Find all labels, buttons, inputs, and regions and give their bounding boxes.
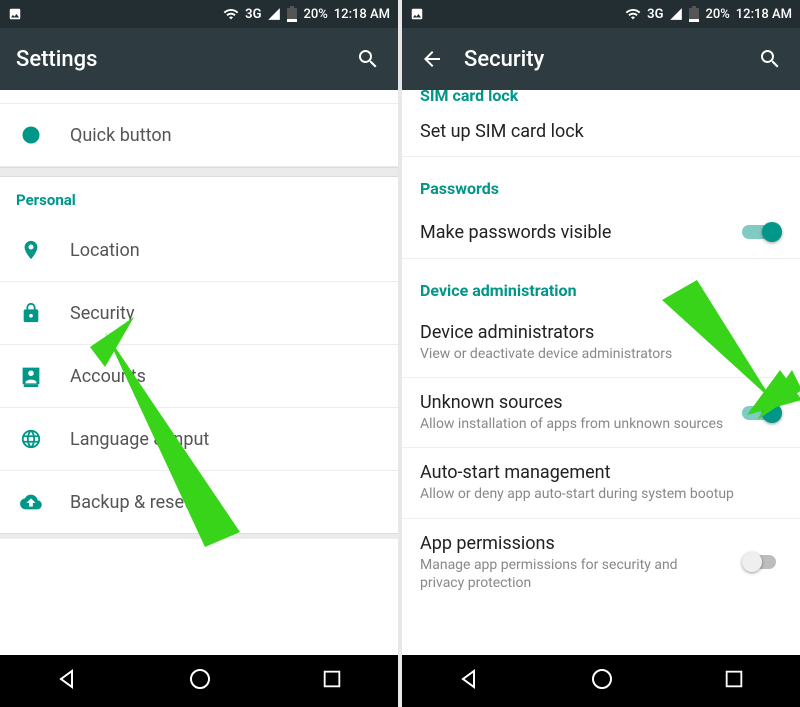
backup-icon <box>18 491 44 513</box>
nav-home-button[interactable] <box>590 667 614 695</box>
battery-icon <box>689 6 699 22</box>
item-title: Make passwords visible <box>420 222 724 243</box>
circle-home-icon <box>188 667 212 691</box>
item-label: Accounts <box>70 366 382 387</box>
app-bar: Security <box>402 28 800 90</box>
account-icon <box>18 365 44 387</box>
item-app-permissions[interactable]: App permissions Manage app permissions f… <box>402 519 800 606</box>
section-divider <box>0 167 398 177</box>
image-icon <box>8 7 22 21</box>
network-label: 3G <box>245 7 261 22</box>
item-device-admins[interactable]: Device administrators View or deactivate… <box>402 308 800 378</box>
item-subtitle: View or deactivate device administrators <box>420 345 774 363</box>
wifi-icon <box>625 6 641 22</box>
page-title: Settings <box>16 47 336 72</box>
search-button[interactable] <box>756 45 784 73</box>
square-recent-icon <box>723 668 745 690</box>
app-bar: Settings <box>0 28 398 90</box>
nav-recent-button[interactable] <box>321 668 343 694</box>
section-divider <box>0 533 398 539</box>
app-permissions-toggle[interactable] <box>742 550 782 574</box>
back-button[interactable] <box>418 45 446 73</box>
search-icon <box>758 47 782 71</box>
section-passwords-header: Passwords <box>402 157 800 206</box>
circle-home-icon <box>590 667 614 691</box>
time-label: 12:18 AM <box>334 7 390 22</box>
item-quick-button[interactable]: Quick button <box>0 104 398 167</box>
nav-bar <box>402 655 800 707</box>
item-autostart[interactable]: Auto-start management Allow or deny app … <box>402 448 800 518</box>
quick-button-icon <box>18 124 44 146</box>
item-label: Quick button <box>70 125 382 146</box>
wifi-icon <box>223 6 239 22</box>
item-subtitle: Manage app permissions for security and … <box>420 556 724 592</box>
section-sim-header: SIM card lock <box>402 90 800 107</box>
triangle-back-icon <box>457 667 481 691</box>
item-accounts[interactable]: Accounts <box>0 345 398 408</box>
nav-back-button[interactable] <box>457 667 481 695</box>
left-phone: 3G 20% 12:18 AM Settings Quick button Pe… <box>0 0 398 707</box>
section-personal-header: Personal <box>0 177 398 219</box>
item-backup[interactable]: Backup & reset <box>0 471 398 533</box>
item-label: Security <box>70 303 382 324</box>
status-bar: 3G 20% 12:18 AM <box>0 0 398 28</box>
item-label: Backup & reset <box>70 492 382 513</box>
nav-bar <box>0 655 398 707</box>
arrow-back-icon <box>420 47 444 71</box>
security-list: SIM card lock Set up SIM card lock Passw… <box>402 90 800 655</box>
item-title: App permissions <box>420 533 724 554</box>
battery-label: 20% <box>303 7 327 22</box>
triangle-back-icon <box>55 667 79 691</box>
item-language[interactable]: Language & input <box>0 408 398 471</box>
battery-label: 20% <box>705 7 729 22</box>
unknown-sources-toggle[interactable] <box>742 401 782 425</box>
item-passwords-visible[interactable]: Make passwords visible <box>402 206 800 259</box>
item-title: Auto-start management <box>420 462 774 483</box>
settings-list: Quick button Personal Location Security … <box>0 90 398 655</box>
globe-icon <box>18 428 44 450</box>
page-title: Security <box>464 47 738 72</box>
battery-icon <box>287 6 297 22</box>
right-phone: 3G 20% 12:18 AM Security SIM card lock S… <box>402 0 800 707</box>
network-label: 3G <box>647 7 663 22</box>
item-location[interactable]: Location <box>0 219 398 282</box>
item-subtitle: Allow or deny app auto-start during syst… <box>420 485 774 503</box>
item-title: Device administrators <box>420 322 774 343</box>
item-label: Location <box>70 240 382 261</box>
lock-icon <box>18 302 44 324</box>
time-label: 12:18 AM <box>736 7 792 22</box>
nav-back-button[interactable] <box>55 667 79 695</box>
item-title: Set up SIM card lock <box>420 121 774 142</box>
nav-home-button[interactable] <box>188 667 212 695</box>
item-title: Unknown sources <box>420 392 724 413</box>
passwords-visible-toggle[interactable] <box>742 220 782 244</box>
section-device-admin-header: Device administration <box>402 259 800 308</box>
signal-icon <box>669 7 683 21</box>
status-bar: 3G 20% 12:18 AM <box>402 0 800 28</box>
search-icon <box>356 47 380 71</box>
item-label: Language & input <box>70 429 382 450</box>
item-unknown-sources[interactable]: Unknown sources Allow installation of ap… <box>402 378 800 448</box>
location-icon <box>18 239 44 261</box>
square-recent-icon <box>321 668 343 690</box>
item-sim-lock[interactable]: Set up SIM card lock <box>402 107 800 157</box>
item-security[interactable]: Security <box>0 282 398 345</box>
item-subtitle: Allow installation of apps from unknown … <box>420 415 724 433</box>
signal-icon <box>267 7 281 21</box>
image-icon <box>410 7 424 21</box>
search-button[interactable] <box>354 45 382 73</box>
nav-recent-button[interactable] <box>723 668 745 694</box>
